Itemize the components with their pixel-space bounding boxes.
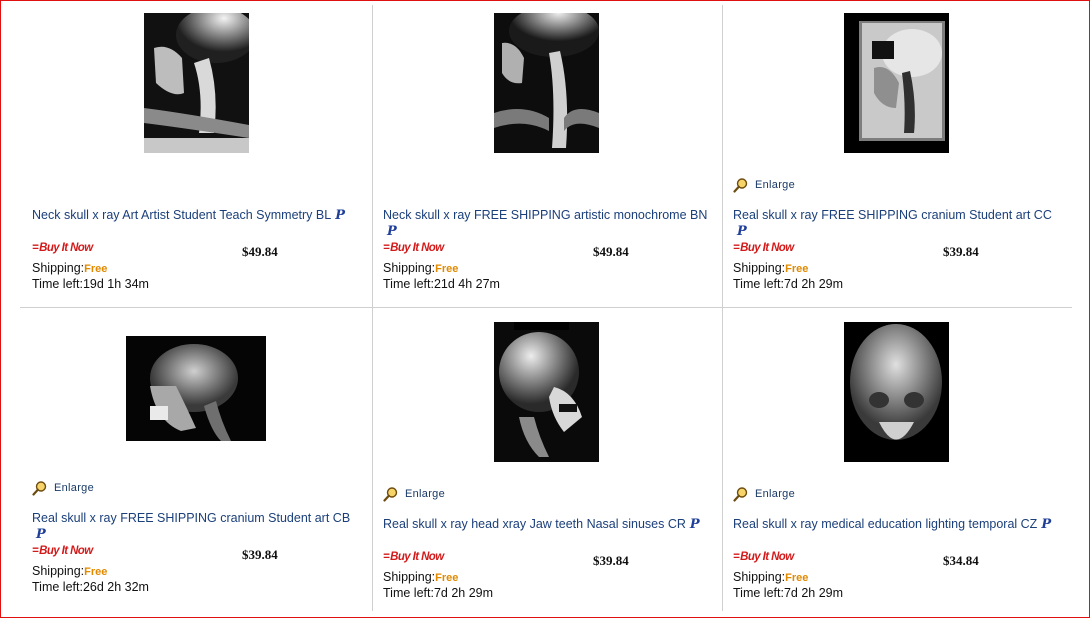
buy-it-now-badge[interactable]: =Buy It Now — [32, 242, 93, 254]
listing-title-link[interactable]: Real skull x ray medical education light… — [733, 516, 1063, 532]
column-divider — [722, 5, 723, 611]
enlarge-button[interactable]: Enlarge — [32, 480, 94, 496]
xray-thumbnail[interactable] — [126, 336, 266, 441]
listing-card: Enlarge Real skull x ray FREE SHIPPING c… — [733, 0, 1063, 300]
enlarge-button[interactable]: Enlarge — [383, 486, 445, 502]
magnifier-icon — [383, 487, 398, 502]
listing-card: Enlarge Real skull x ray medical educati… — [733, 308, 1063, 608]
enlarge-button[interactable]: Enlarge — [733, 177, 795, 193]
listing-price: $39.84 — [593, 553, 629, 568]
shipping-info: Shipping:Free — [32, 261, 108, 275]
shipping-info: Shipping:Free — [383, 261, 459, 275]
listing-card: Neck skull x ray FREE SHIPPING artistic … — [383, 0, 713, 300]
listing-title-link[interactable]: Real skull x ray FREE SHIPPING cranium S… — [32, 510, 362, 542]
xray-thumbnail[interactable] — [144, 13, 249, 153]
xray-thumbnail[interactable] — [494, 13, 599, 153]
shipping-info: Shipping:Free — [733, 570, 809, 584]
magnifier-icon — [32, 481, 47, 496]
buy-it-now-badge[interactable]: =Buy It Now — [733, 242, 794, 254]
xray-thumbnail[interactable] — [844, 13, 949, 153]
time-left: Time left:21d 4h 27m — [383, 277, 500, 291]
time-left: Time left:7d 2h 29m — [383, 586, 494, 600]
listing-title-link[interactable]: Neck skull x ray FREE SHIPPING artistic … — [383, 207, 713, 239]
listing-price: $34.84 — [943, 553, 979, 568]
listing-price: $49.84 — [593, 244, 629, 259]
listing-card: Enlarge Real skull x ray head xray Jaw t… — [383, 308, 713, 608]
paypal-icon: P — [36, 527, 46, 542]
buy-it-now-badge[interactable]: =Buy It Now — [383, 551, 444, 563]
magnifier-icon — [733, 487, 748, 502]
listing-card: Enlarge Real skull x ray FREE SHIPPING c… — [32, 308, 362, 608]
column-divider — [372, 5, 373, 611]
xray-thumbnail[interactable] — [844, 322, 949, 462]
paypal-icon: P — [689, 517, 700, 532]
listing-card: Neck skull x ray Art Artist Student Teac… — [32, 0, 362, 300]
magnifier-icon — [733, 178, 748, 193]
shipping-info: Shipping:Free — [383, 570, 459, 584]
time-left: Time left:7d 2h 29m — [733, 586, 844, 600]
paypal-icon: P — [335, 208, 345, 223]
xray-thumbnail[interactable] — [494, 322, 599, 462]
paypal-icon: P — [737, 224, 747, 239]
paypal-icon: P — [1041, 517, 1052, 532]
shipping-info: Shipping:Free — [32, 564, 108, 578]
time-left: Time left:26d 2h 32m — [32, 580, 149, 594]
paypal-icon: P — [387, 224, 397, 239]
listing-title-link[interactable]: Real skull x ray head xray Jaw teeth Nas… — [383, 516, 713, 532]
shipping-info: Shipping:Free — [733, 261, 809, 275]
listing-title-link[interactable]: Neck skull x ray Art Artist Student Teac… — [32, 207, 362, 223]
time-left: Time left:7d 2h 29m — [733, 277, 844, 291]
enlarge-button[interactable]: Enlarge — [733, 486, 795, 502]
listing-price: $49.84 — [242, 244, 278, 259]
listing-title-link[interactable]: Real skull x ray FREE SHIPPING cranium S… — [733, 207, 1063, 239]
listing-price: $39.84 — [943, 244, 979, 259]
buy-it-now-badge[interactable]: =Buy It Now — [383, 242, 444, 254]
time-left: Time left:19d 1h 34m — [32, 277, 149, 291]
buy-it-now-badge[interactable]: =Buy It Now — [32, 545, 93, 557]
buy-it-now-badge[interactable]: =Buy It Now — [733, 551, 794, 563]
listing-price: $39.84 — [242, 547, 278, 562]
